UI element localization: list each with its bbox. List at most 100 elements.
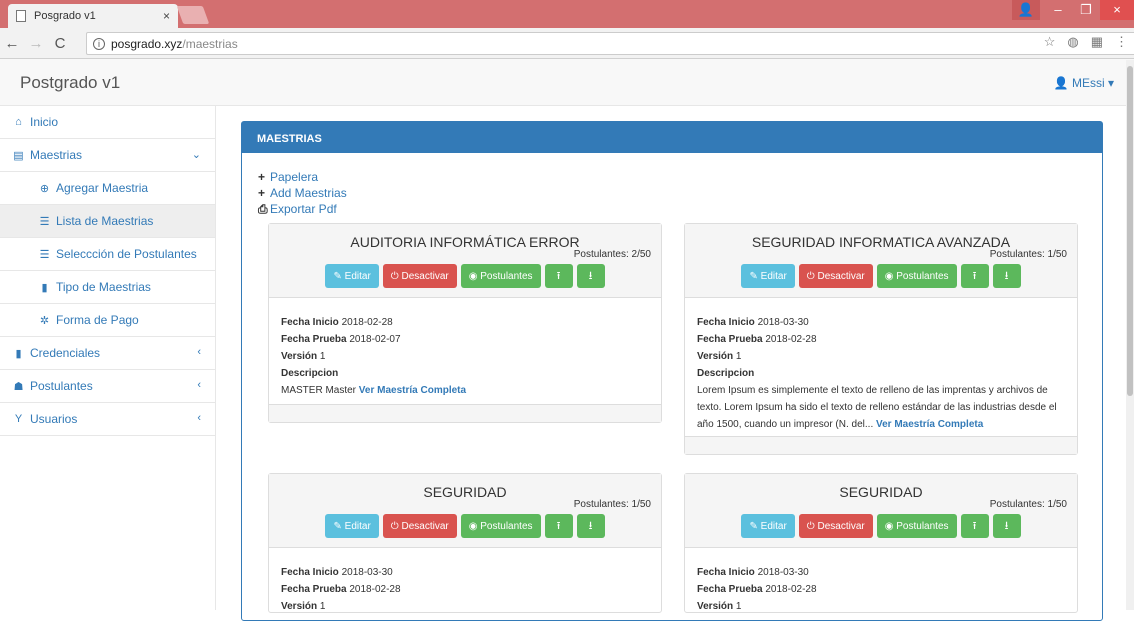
url-host: posgrado.xyz [111,36,183,51]
maestria-card: SEGURIDAD INFORMATICA AVANZADA Postulant… [684,223,1078,455]
sidebar: ⌂ Inicio ▤ Maestrias ⌄ ⊕ Agregar Maestri… [0,106,216,610]
ver-maestria-link[interactable]: Ver Maestría Completa [359,385,466,396]
url-path: /maestrias [182,36,238,51]
user-icon: 👤 [1053,76,1069,90]
card-body: Fecha Inicio 2018-03-30 Fecha Prueba 201… [269,548,661,625]
list-icon: ☰ [39,248,50,261]
close-window-button[interactable]: × [1100,0,1134,20]
profile-icon[interactable]: 👤 [1012,0,1040,20]
card-footer [685,436,1077,454]
card-title: SEGURIDAD [839,484,923,500]
card-title: AUDITORIA INFORMÁTICA ERROR [350,234,580,250]
test-date: 2018-02-07 [349,334,401,345]
deactivate-button[interactable]: ⏻ Desactivar [798,264,873,288]
card-title: SEGURIDAD INFORMATICA AVANZADA [751,234,1011,250]
star-icon[interactable]: ☆ [1044,34,1056,50]
maestria-card: SEGURIDAD Postulantes: 1/50 ✎ Editar ⏻ D… [684,473,1078,613]
page-scrollbar[interactable] [1126,60,1134,610]
sidebar-item-lista-maestrias[interactable]: ☰ Lista de Maestrias [0,205,215,238]
info-icon[interactable]: i [93,37,105,50]
deactivate-button[interactable]: ⏻ Desactivar [382,264,457,288]
deactivate-button[interactable]: ⏻ Desactivar [382,514,457,538]
forward-icon[interactable]: → [24,35,48,52]
papelera-link[interactable]: + Papelera [258,169,347,185]
card-buttons: ✎ Editar ⏻ Desactivar ◉ Postulantes ⭱ ⭳ [269,264,661,288]
applicants-count: Postulantes: 1/50 [989,499,1067,510]
upload-button[interactable]: ⭱ [544,514,573,538]
list-icon: ☰ [39,215,50,228]
download-button[interactable]: ⭳ [992,264,1021,288]
menu-icon[interactable]: ⋮ [1115,34,1128,50]
eye-icon: ◉ [468,270,481,282]
sidebar-item-label: Forma de Pago [56,313,139,327]
upload-button[interactable]: ⭱ [544,264,573,288]
download-icon: ⭳ [1004,519,1009,532]
sidebar-item-seleccion-postulantes[interactable]: ☰ Seleccción de Postulantes [0,238,215,271]
app-navbar: Postgrado v1 👤 MEssi ▾ [0,59,1134,106]
browser-tab[interactable]: Posgrado v1 × [8,4,178,28]
edit-button[interactable]: ✎ Editar [325,514,379,538]
address-bar-row: ← → C i posgrado.xyz /maestrias [0,28,1134,59]
extension-icon[interactable]: ◍ [1067,34,1078,50]
gear-icon: ✲ [39,314,50,327]
download-button[interactable]: ⭳ [576,264,605,288]
edit-icon: ✎ [333,520,345,532]
card-header: AUDITORIA INFORMÁTICA ERROR Postulantes:… [269,224,661,298]
card-buttons: ✎ Editar ⏻ Desactivar ◉ Postulantes ⭱ ⭳ [269,514,661,538]
browser-tools: ☆ ◍ ▦ ⋮ [1044,34,1128,50]
book-icon: ▤ [13,149,24,162]
sidebar-item-label: Lista de Maestrias [56,214,154,228]
edit-button[interactable]: ✎ Editar [741,514,795,538]
download-icon: ⭳ [1004,269,1009,282]
reload-icon[interactable]: C [48,35,72,52]
card-body: Fecha Inicio 2018-03-30 Fecha Prueba 201… [685,548,1077,625]
sidebar-item-credenciales[interactable]: ▮ Credenciales ‹ [0,337,215,370]
sidebar-item-postulantes[interactable]: ☗ Postulantes ‹ [0,370,215,403]
tab-close-button[interactable]: × [163,9,170,23]
download-button[interactable]: ⭳ [992,514,1021,538]
url-input[interactable]: i posgrado.xyz /maestrias [86,32,1134,55]
applicants-button[interactable]: ◉ Postulantes [460,514,541,538]
upload-button[interactable]: ⭱ [960,514,989,538]
upload-button[interactable]: ⭱ [960,264,989,288]
plus-icon: + [258,170,266,184]
scrollbar-thumb[interactable] [1127,66,1133,396]
home-icon: ⌂ [15,116,22,128]
sidebar-item-maestrias[interactable]: ▤ Maestrias ⌄ [0,139,215,172]
edit-icon: ✎ [749,520,761,532]
add-maestrias-link[interactable]: + Add Maestrias [258,185,347,201]
card-buttons: ✎ Editar ⏻ Desactivar ◉ Postulantes ⭱ ⭳ [685,514,1077,538]
edit-button[interactable]: ✎ Editar [325,264,379,288]
trophy-icon: Y [14,413,23,425]
applicants-button[interactable]: ◉ Postulantes [876,264,957,288]
sidebar-item-tipo-maestrias[interactable]: ▮ Tipo de Maestrias [0,271,215,304]
download-button[interactable]: ⭳ [576,514,605,538]
brand[interactable]: Postgrado v1 [20,73,120,93]
sidebar-item-inicio[interactable]: ⌂ Inicio [0,106,215,139]
sidebar-item-forma-pago[interactable]: ✲ Forma de Pago [0,304,215,337]
sidebar-item-usuarios[interactable]: Y Usuarios ‹ [0,403,215,436]
card-body: Fecha Inicio 2018-03-30 Fecha Prueba 201… [685,298,1077,436]
power-icon: ⏻ [390,270,402,282]
exportar-pdf-link[interactable]: ⎙ Exportar Pdf [258,201,347,217]
sidebar-item-agregar-maestria[interactable]: ⊕ Agregar Maestria [0,172,215,205]
chevron-left-icon: ‹ [197,379,201,391]
sidebar-item-label: Postulantes [30,379,93,393]
ver-maestria-link[interactable]: Ver Maestría Completa [876,419,983,430]
maximize-button[interactable]: ❐ [1072,0,1100,20]
new-tab-button[interactable] [176,6,210,24]
back-icon[interactable]: ← [0,35,24,52]
minimize-button[interactable]: – [1044,0,1072,20]
extension-icon-2[interactable]: ▦ [1091,34,1103,50]
maestria-card: AUDITORIA INFORMÁTICA ERROR Postulantes:… [268,223,662,423]
clipboard-icon: ▮ [15,347,22,360]
test-date: 2018-02-28 [765,334,817,345]
applicants-button[interactable]: ◉ Postulantes [876,514,957,538]
chevron-left-icon: ‹ [197,412,201,424]
user-menu[interactable]: 👤 MEssi ▾ [1054,76,1114,90]
applicants-button[interactable]: ◉ Postulantes [460,264,541,288]
deactivate-button[interactable]: ⏻ Desactivar [798,514,873,538]
edit-button[interactable]: ✎ Editar [741,264,795,288]
clipboard-icon: ▮ [41,281,48,294]
power-icon: ⏻ [390,520,402,532]
